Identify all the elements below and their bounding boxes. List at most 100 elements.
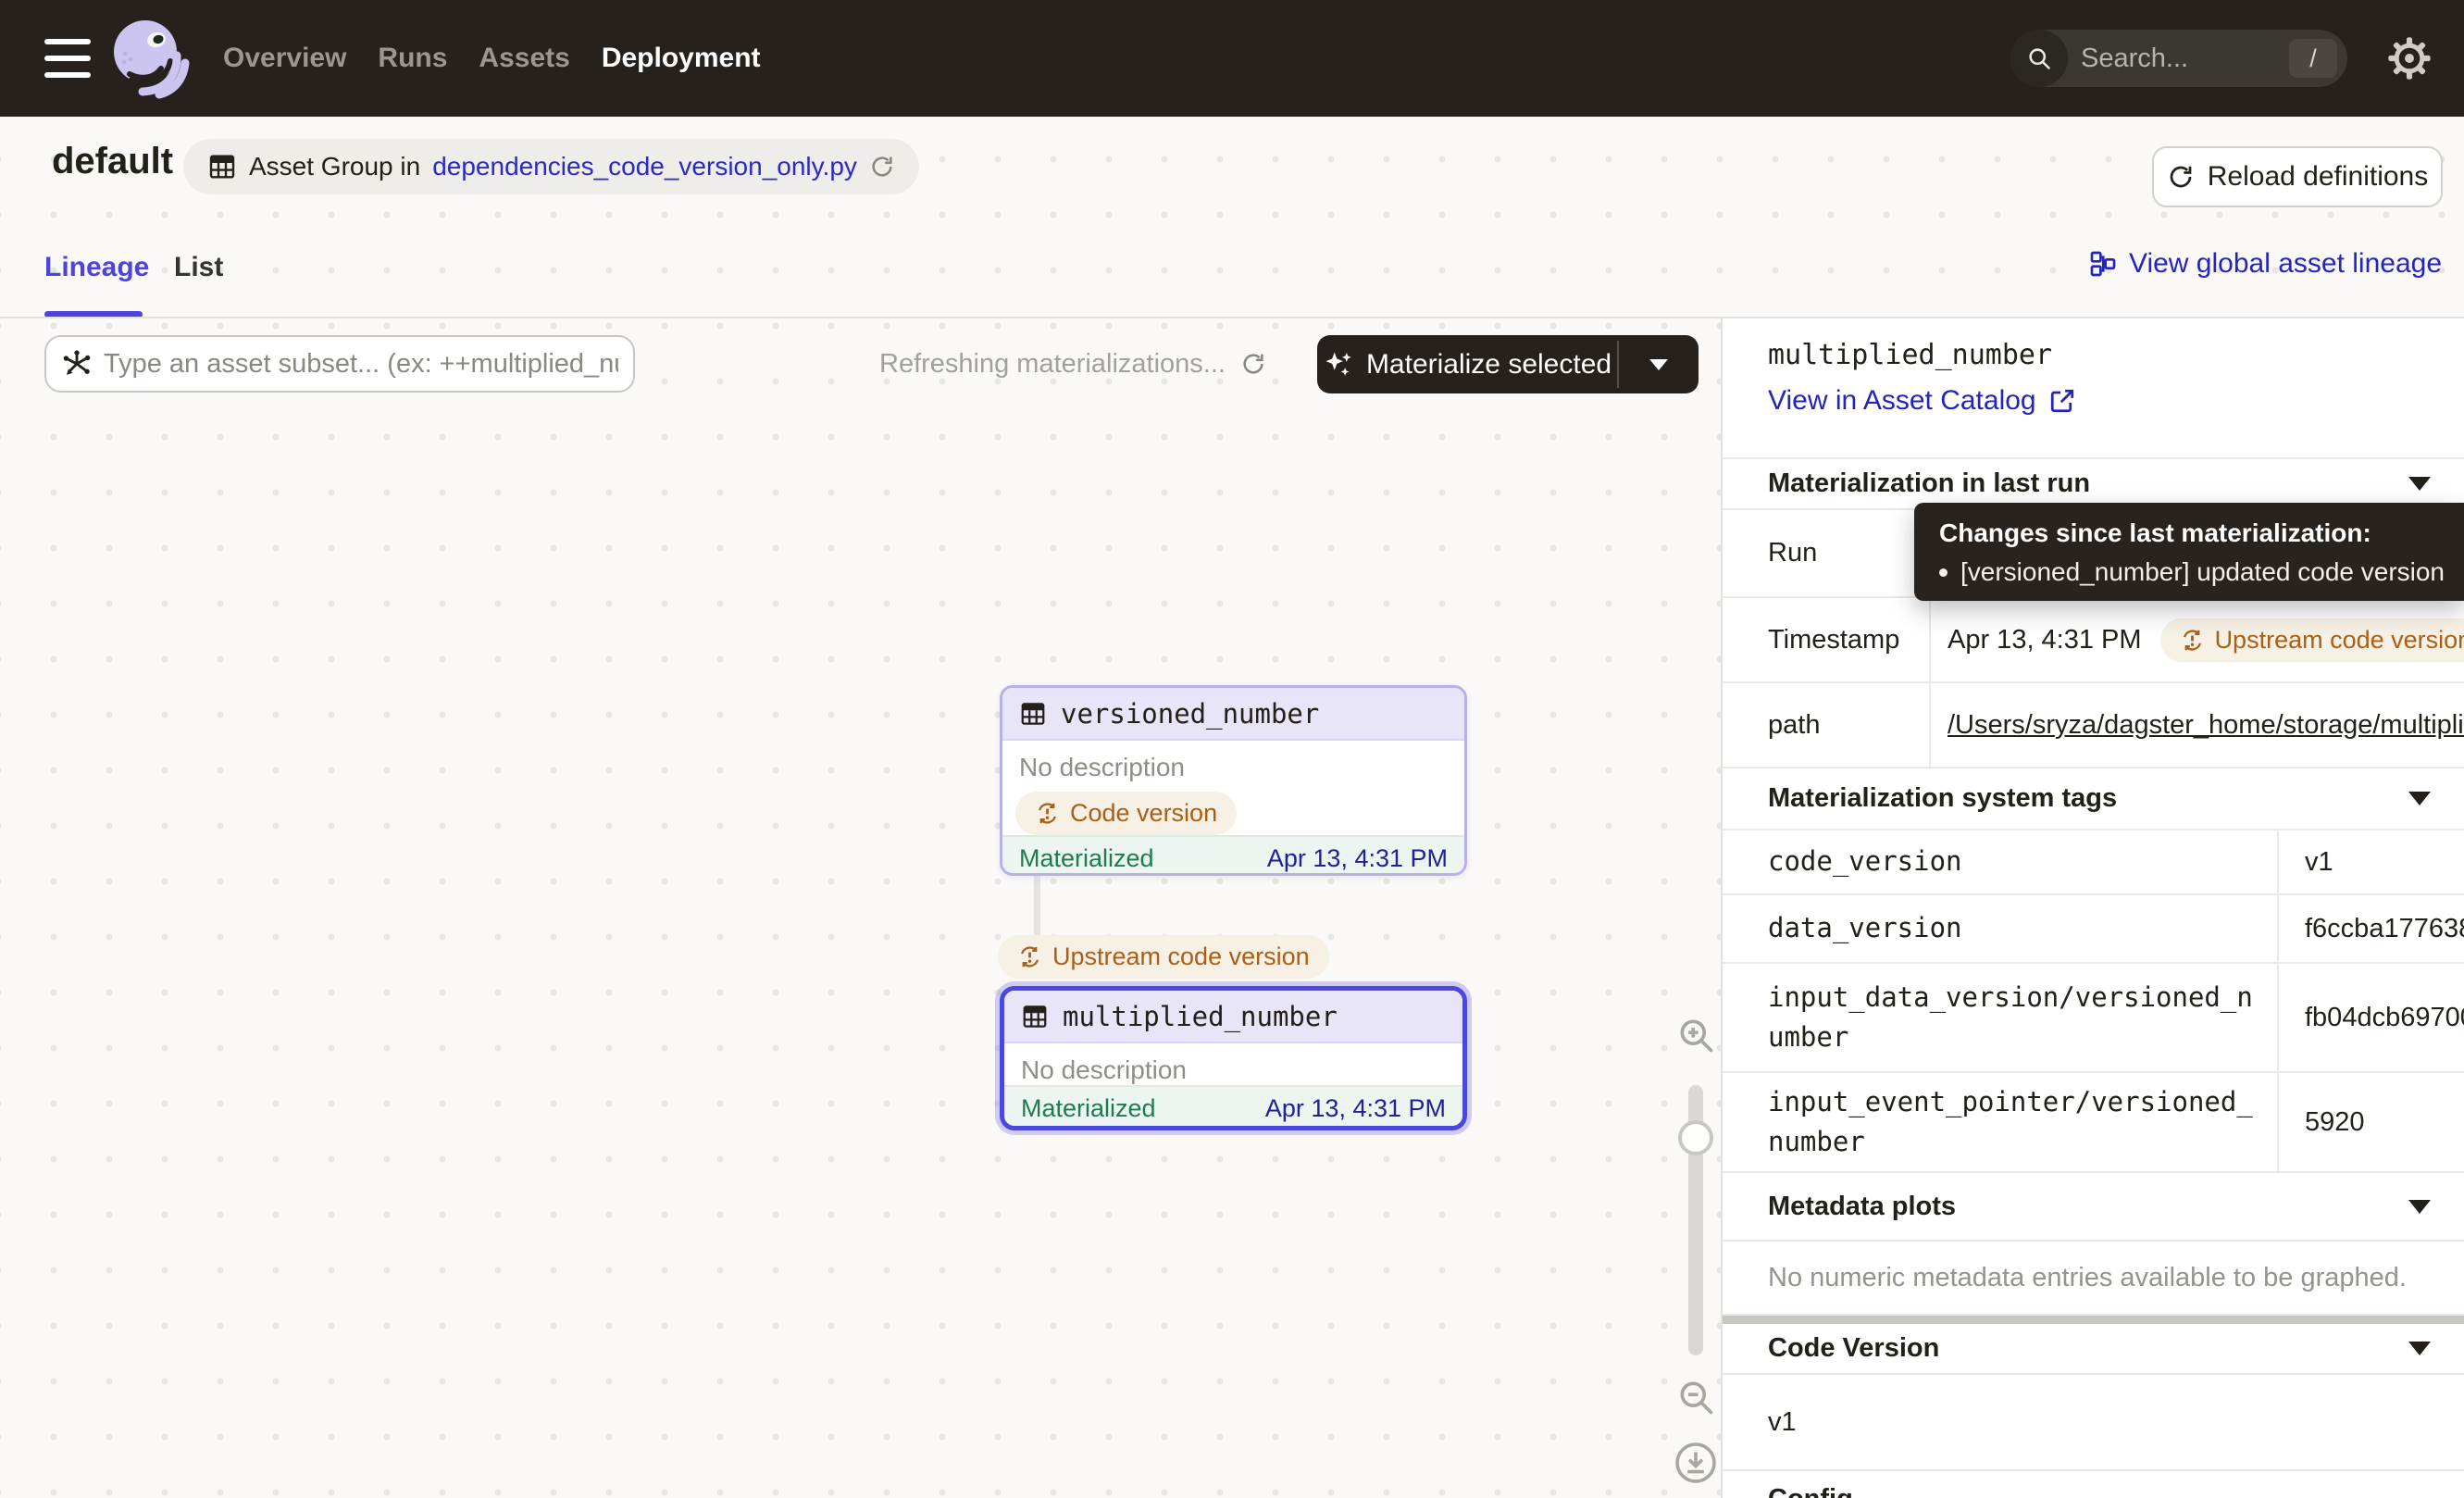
upstream-code-version-label: Upstream code version [2215, 626, 2464, 655]
view-global-asset-lineage-link[interactable]: View global asset lineage [2088, 248, 2442, 280]
asset-subset-input[interactable] [104, 349, 618, 380]
code-version-value: v1 [1723, 1375, 2464, 1471]
storage-path-link[interactable]: /Users/sryza/dagster_home/storage/multip… [1948, 710, 2464, 741]
zoom-in-icon[interactable] [1675, 1015, 1716, 1055]
view-in-asset-catalog-link[interactable]: View in Asset Catalog [1723, 385, 2464, 417]
code-version-tag-label: Code version [1070, 799, 1217, 828]
asset-node-footer: Materialized Apr 13, 4:31 PM [1002, 835, 1464, 876]
chevron-down-icon [1649, 359, 1668, 370]
table-row: input_event_pointer/versioned_number 592… [1723, 1073, 2464, 1173]
row-key: path [1723, 683, 1929, 767]
changed-code-version-icon [2180, 628, 2205, 653]
global-search[interactable]: / [2010, 30, 2347, 87]
table-row: input_data_version/versioned_number fb04… [1723, 964, 2464, 1073]
tooltip-title: Changes since last materialization: [1939, 518, 2464, 548]
materialize-selected-button[interactable]: Materialize selected [1317, 335, 1699, 393]
refreshing-label: Refreshing materializations... [879, 349, 1226, 380]
table-row: code_version v1 [1723, 830, 2464, 895]
row-key: Timestamp [1723, 598, 1929, 681]
section-config[interactable]: Config [1723, 1471, 2464, 1498]
dagster-logo-icon[interactable] [104, 13, 194, 104]
section-code-version[interactable]: Code Version [1723, 1324, 2464, 1375]
download-view-icon[interactable] [1674, 1441, 1718, 1485]
row-key: Run [1723, 510, 1929, 596]
asset-subset-filter[interactable] [44, 335, 635, 393]
chevron-down-icon[interactable] [2408, 1200, 2431, 1214]
asset-node-versioned-number[interactable]: versioned_number No description Code ver… [1000, 685, 1467, 876]
table-row: data_version f6ccba177638 [1723, 895, 2464, 964]
row-key: code_version [1723, 830, 2277, 893]
changes-since-materialization-tooltip: Changes since last materialization: [ver… [1914, 503, 2464, 601]
bullet-icon [1939, 568, 1948, 577]
asset-description: No description [1004, 1043, 1462, 1085]
chevron-down-icon[interactable] [2408, 792, 2431, 805]
asset-group-breadcrumb: Asset Group in dependencies_code_version… [183, 139, 919, 194]
refresh-icon[interactable] [1240, 351, 1266, 377]
asset-group-prefix: Asset Group in [249, 152, 420, 181]
tab-lineage[interactable]: Lineage [44, 252, 149, 283]
section-title: Materialization system tags [1768, 783, 2117, 814]
asset-node-multiplied-number[interactable]: multiplied_number No description Materia… [1000, 986, 1467, 1130]
row-value: 5920 [2305, 1107, 2365, 1138]
view-in-asset-catalog-label: View in Asset Catalog [1768, 385, 2036, 417]
chevron-down-icon[interactable] [2408, 1342, 2431, 1355]
tooltip-item-text: [versioned_number] updated code version [1960, 557, 2445, 587]
primary-nav: Overview Runs Assets Deployment [223, 0, 761, 117]
table-asset-icon [1021, 1003, 1049, 1030]
upstream-code-version-tag[interactable]: Upstream code version [2160, 618, 2464, 662]
upstream-code-version-tag[interactable]: Upstream code version [998, 935, 1329, 979]
materialized-timestamp[interactable]: Apr 13, 4:31 PM [1265, 1094, 1446, 1123]
asset-name: versioned_number [1061, 698, 1319, 730]
sparkle-icon [1323, 349, 1354, 381]
section-metadata-plots[interactable]: Metadata plots [1723, 1173, 2464, 1242]
reload-icon [2167, 163, 2195, 191]
tab-list[interactable]: List [174, 252, 223, 283]
changed-code-version-icon [1035, 801, 1060, 826]
section-title: Materialization in last run [1768, 468, 2090, 499]
asset-name: multiplied_number [1063, 1001, 1338, 1032]
asset-node-footer: Materialized Apr 13, 4:31 PM [1004, 1085, 1462, 1130]
tooltip-item: [versioned_number] updated code version [1939, 557, 2464, 587]
asset-group-file-link[interactable]: dependencies_code_version_only.py [432, 152, 857, 181]
refreshing-status: Refreshing materializations... [879, 335, 1266, 393]
section-divider [1723, 1316, 2464, 1324]
materialize-selected-label: Materialize selected [1366, 349, 1612, 381]
row-key: input_data_version/versioned_number [1723, 964, 2277, 1071]
materialized-status: Materialized [1021, 1094, 1156, 1123]
zoom-out-icon[interactable] [1675, 1377, 1716, 1417]
asset-node-body: No description [1004, 1043, 1462, 1085]
section-title: Metadata plots [1768, 1192, 1956, 1222]
nav-item-deployment[interactable]: Deployment [602, 43, 761, 74]
zoom-slider-handle[interactable] [1678, 1120, 1713, 1155]
metadata-plots-empty-message: No numeric metadata entries available to… [1723, 1242, 2464, 1316]
gear-icon[interactable] [2388, 37, 2431, 80]
materialize-options-dropdown[interactable] [1619, 335, 1699, 393]
search-icon [2010, 30, 2068, 87]
refresh-icon[interactable] [869, 154, 895, 180]
table-row: Timestamp Apr 13, 4:31 PM Upstream code … [1723, 598, 2464, 683]
nav-item-assets[interactable]: Assets [479, 43, 569, 74]
table-row: path /Users/sryza/dagster_home/storage/m… [1723, 683, 2464, 768]
materialized-status: Materialized [1019, 844, 1154, 873]
reload-definitions-button[interactable]: Reload definitions [2152, 146, 2443, 207]
asset-graph-canvas[interactable]: Refreshing materializations... Materiali… [0, 318, 1721, 1498]
external-link-icon [2048, 387, 2076, 415]
chevron-down-icon[interactable] [2408, 477, 2431, 491]
dependency-edge [1034, 876, 1040, 941]
nav-item-runs[interactable]: Runs [378, 43, 447, 74]
search-input[interactable] [2068, 44, 2289, 74]
materialized-timestamp[interactable]: Apr 13, 4:31 PM [1267, 844, 1448, 873]
asset-selector-icon [61, 348, 93, 380]
asset-node-header: versioned_number [1002, 688, 1464, 741]
nav-item-overview[interactable]: Overview [223, 43, 346, 74]
dagster-asset-lineage-screen: Overview Runs Assets Deployment / [0, 0, 2464, 1498]
hamburger-menu-icon[interactable] [44, 39, 91, 78]
code-version-tag[interactable]: Code version [1015, 792, 1237, 835]
timestamp-value: Apr 13, 4:31 PM [1948, 625, 2142, 655]
lineage-graph-icon [2088, 249, 2118, 279]
section-materialization-system-tags[interactable]: Materialization system tags [1723, 768, 2464, 830]
selected-asset-name: multiplied_number [1723, 339, 2464, 371]
reload-definitions-label: Reload definitions [2208, 161, 2429, 193]
row-value: fb04dcb69700 [2305, 1003, 2464, 1033]
view-global-asset-lineage-label: View global asset lineage [2129, 248, 2442, 280]
